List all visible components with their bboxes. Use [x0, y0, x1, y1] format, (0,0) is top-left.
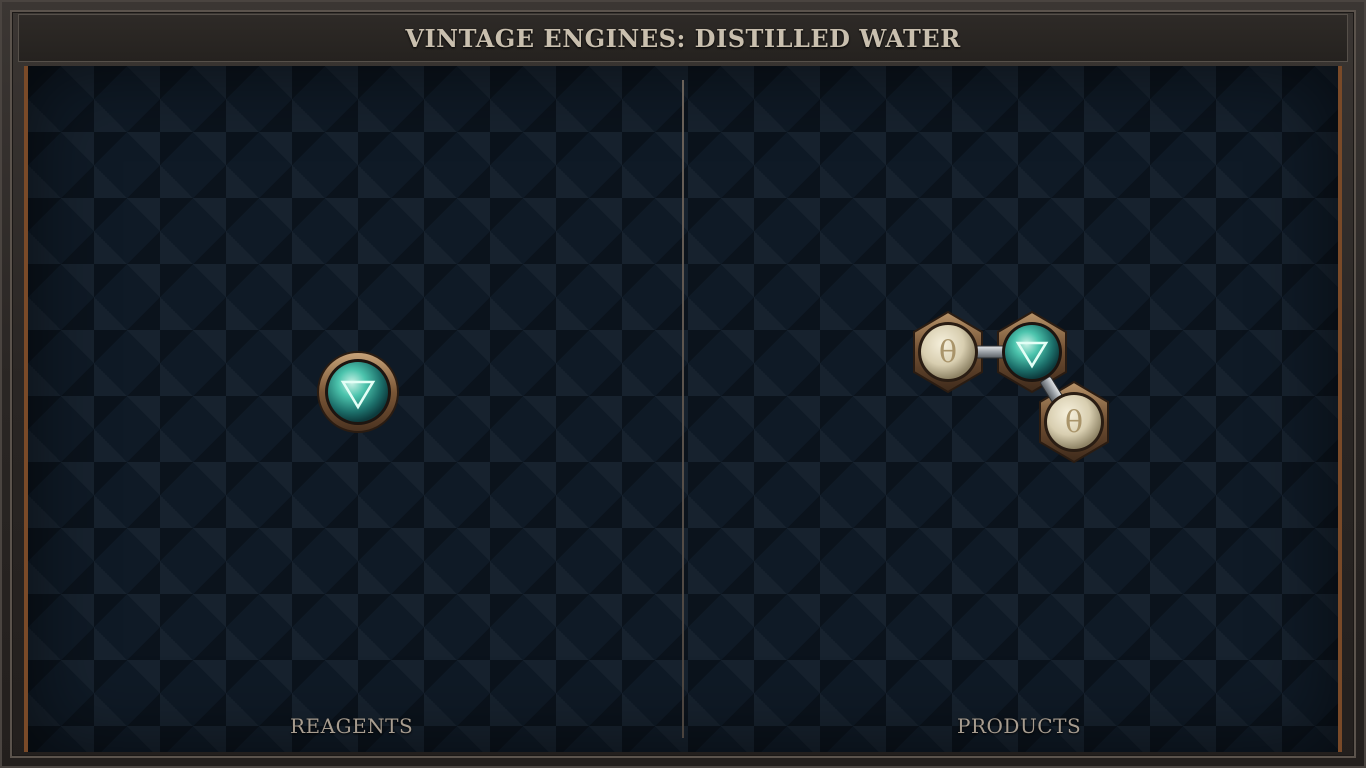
salt-symbol-icon: θ [1065, 405, 1083, 440]
product-molecule[interactable]: θ θ [900, 306, 1120, 482]
water-atom[interactable] [317, 351, 399, 433]
water-atom[interactable] [1002, 322, 1062, 382]
panel-divider [682, 80, 684, 738]
reagent-molecule[interactable] [310, 346, 406, 442]
bond [975, 345, 1007, 359]
salt-atom[interactable]: θ [1044, 392, 1104, 452]
reagents-label: REAGENTS [290, 714, 414, 738]
page-title: VINTAGE ENGINES: DISTILLED WATER [405, 23, 961, 53]
title-bar: VINTAGE ENGINES: DISTILLED WATER [18, 14, 1348, 62]
products-label: PRODUCTS [957, 714, 1082, 738]
salt-atom[interactable]: θ [918, 322, 978, 382]
salt-symbol-icon: θ [939, 335, 957, 370]
